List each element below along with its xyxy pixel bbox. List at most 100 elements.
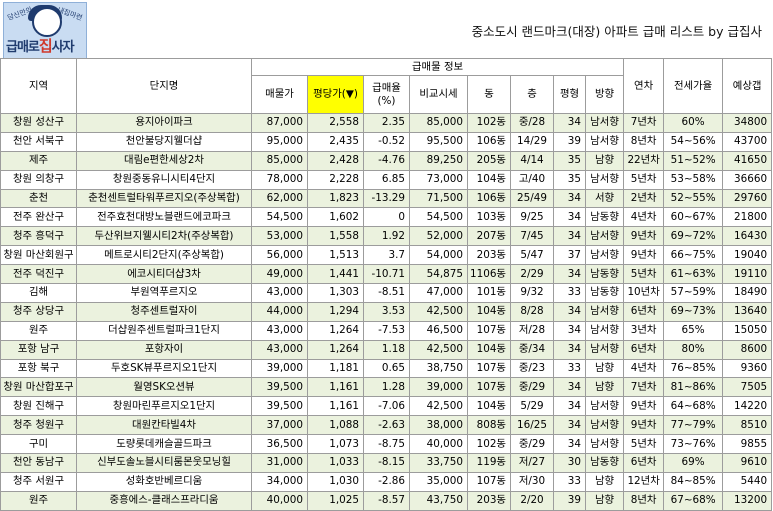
cell-jeonse[interactable]: 52~55% — [663, 188, 724, 209]
cell-price-per-pyeong[interactable]: 1,823 — [307, 188, 364, 209]
cell-rate[interactable]: 1.92 — [363, 226, 410, 247]
col-dong[interactable]: 동 — [467, 75, 511, 114]
col-compare[interactable]: 비교시세 — [409, 75, 468, 114]
cell-floor[interactable]: 2/29 — [510, 264, 554, 285]
cell-floor[interactable]: 8/28 — [510, 301, 554, 322]
cell-complex[interactable]: 청주센트럴자이 — [76, 301, 252, 322]
cell-age[interactable]: 9년차 — [623, 396, 665, 417]
cell-floor[interactable]: 14/29 — [510, 131, 554, 152]
cell-compare[interactable]: 54,500 — [409, 207, 468, 228]
cell-floor[interactable]: 중/23 — [510, 358, 554, 379]
cell-direction[interactable]: 서향 — [584, 188, 625, 209]
cell-jeonse[interactable]: 77~79% — [663, 415, 724, 436]
cell-direction[interactable]: 남서향 — [584, 169, 625, 190]
cell-direction[interactable]: 남서향 — [584, 131, 625, 152]
table-row[interactable]: 구미 도량롯데캐슬골드파크 36,500 1,073 -8.75 40,000 102동 중/… — [0, 434, 773, 455]
cell-price[interactable]: 53,000 — [251, 226, 308, 247]
cell-floor[interactable]: 5/47 — [510, 245, 554, 266]
cell-dong[interactable]: 106동 — [467, 188, 511, 209]
table-row[interactable]: 창원 의창구 창원중동유니시티4단지 78,000 2,228 6.85 73,000 10… — [0, 169, 773, 190]
cell-compare[interactable]: 38,750 — [409, 358, 468, 379]
cell-compare[interactable]: 42,500 — [409, 301, 468, 322]
cell-dong[interactable]: 102동 — [467, 434, 511, 455]
cell-gap[interactable]: 13640 — [722, 301, 773, 322]
cell-jeonse[interactable]: 51~52% — [663, 150, 724, 171]
cell-rate[interactable]: 0.65 — [363, 358, 410, 379]
cell-age[interactable]: 6년차 — [623, 301, 665, 322]
cell-price-per-pyeong[interactable]: 1,303 — [307, 283, 364, 303]
cell-region[interactable]: 김해 — [0, 283, 77, 303]
cell-price[interactable]: 87,000 — [251, 113, 308, 133]
cell-age[interactable]: 5년차 — [623, 434, 665, 455]
cell-region[interactable]: 천안 서북구 — [0, 131, 77, 152]
cell-price[interactable]: 49,000 — [251, 264, 308, 285]
col-region[interactable]: 지역 — [0, 58, 77, 114]
cell-compare[interactable]: 73,000 — [409, 169, 468, 190]
cell-complex[interactable]: 창원마린푸르지오1단지 — [76, 396, 252, 417]
cell-price-per-pyeong[interactable]: 1,441 — [307, 264, 364, 285]
cell-dong[interactable]: 101동 — [467, 283, 511, 303]
cell-complex[interactable]: 전주효천대방노블랜드에코파크 — [76, 207, 252, 228]
cell-price[interactable]: 95,000 — [251, 131, 308, 152]
cell-price-per-pyeong[interactable]: 1,264 — [307, 320, 364, 341]
cell-price-per-pyeong[interactable]: 1,181 — [307, 358, 364, 379]
cell-rate[interactable]: -7.06 — [363, 396, 410, 417]
cell-age[interactable]: 5년차 — [623, 169, 665, 190]
cell-age[interactable]: 7년차 — [623, 113, 665, 133]
cell-compare[interactable]: 47,000 — [409, 283, 468, 303]
table-row[interactable]: 원주 중흥에스-클래스프라디움 40,000 1,025 -8.57 43,750 203동… — [0, 490, 773, 511]
cell-gap[interactable]: 29760 — [722, 188, 773, 209]
cell-complex[interactable]: 에코시티더샵3차 — [76, 264, 252, 285]
cell-dong[interactable]: 207동 — [467, 226, 511, 247]
cell-price-per-pyeong[interactable]: 2,435 — [307, 131, 364, 152]
cell-complex[interactable]: 더샵원주센트럴파크1단지 — [76, 320, 252, 341]
cell-gap[interactable]: 9855 — [722, 434, 773, 455]
cell-jeonse[interactable]: 69% — [663, 453, 724, 473]
cell-direction[interactable]: 남동향 — [584, 453, 625, 473]
cell-rate[interactable]: -8.51 — [363, 283, 410, 303]
cell-gap[interactable]: 9360 — [722, 358, 773, 379]
table-row[interactable]: 청주 상당구 청주센트럴자이 44,000 1,294 3.53 42,500 104동 8/… — [0, 301, 773, 322]
cell-price[interactable]: 78,000 — [251, 169, 308, 190]
cell-pyeong[interactable]: 34 — [553, 377, 586, 398]
cell-direction[interactable]: 남서향 — [584, 226, 625, 247]
cell-jeonse[interactable]: 81~86% — [663, 377, 724, 398]
cell-gap[interactable]: 14220 — [722, 396, 773, 417]
cell-rate[interactable]: -8.75 — [363, 434, 410, 455]
cell-direction[interactable]: 남서향 — [584, 339, 625, 360]
cell-price[interactable]: 40,000 — [251, 490, 308, 511]
cell-price-per-pyeong[interactable]: 2,558 — [307, 113, 364, 133]
table-row[interactable]: 제주 대림e편한세상2차 85,000 2,428 -4.76 89,250 205동 4/1… — [0, 150, 773, 171]
cell-direction[interactable]: 남향 — [584, 490, 625, 511]
cell-compare[interactable]: 95,500 — [409, 131, 468, 152]
cell-price[interactable]: 85,000 — [251, 150, 308, 171]
cell-floor[interactable]: 2/20 — [510, 490, 554, 511]
cell-price-per-pyeong[interactable]: 1,030 — [307, 471, 364, 492]
cell-region[interactable]: 청주 흥덕구 — [0, 226, 77, 247]
cell-age[interactable]: 22년차 — [623, 150, 665, 171]
cell-direction[interactable]: 남서향 — [584, 245, 625, 266]
cell-compare[interactable]: 43,750 — [409, 490, 468, 511]
cell-compare[interactable]: 54,000 — [409, 245, 468, 266]
cell-age[interactable]: 5년차 — [623, 264, 665, 285]
cell-direction[interactable]: 남서향 — [584, 320, 625, 341]
cell-rate[interactable]: -8.57 — [363, 490, 410, 511]
cell-pyeong[interactable]: 34 — [553, 396, 586, 417]
cell-compare[interactable]: 39,000 — [409, 377, 468, 398]
cell-complex[interactable]: 춘천센트럴타워푸르지오(주상복합) — [76, 188, 252, 209]
cell-jeonse[interactable]: 69~72% — [663, 226, 724, 247]
table-row[interactable]: 천안 동남구 신부도솔노블시티룸몬웃모닝힐 31,000 1,033 -8.15 33,7… — [0, 453, 773, 473]
cell-gap[interactable]: 19040 — [722, 245, 773, 266]
cell-floor[interactable]: 저/28 — [510, 320, 554, 341]
cell-jeonse[interactable]: 53~58% — [663, 169, 724, 190]
cell-rate[interactable]: -10.71 — [363, 264, 410, 285]
cell-age[interactable]: 6년차 — [623, 453, 665, 473]
cell-dong[interactable]: 104동 — [467, 396, 511, 417]
cell-complex[interactable]: 두호SK뷰푸르지오1단지 — [76, 358, 252, 379]
table-row[interactable]: 포항 북구 두호SK뷰푸르지오1단지 39,000 1,181 0.65 38,750 10… — [0, 358, 773, 379]
cell-region[interactable]: 천안 동남구 — [0, 453, 77, 473]
table-row[interactable]: 김해 부원역푸르지오 43,000 1,303 -8.51 47,000 101동 9/32 3… — [0, 283, 773, 303]
cell-age[interactable]: 6년차 — [623, 339, 665, 360]
cell-floor[interactable]: 16/25 — [510, 415, 554, 436]
cell-direction[interactable]: 남동향 — [584, 207, 625, 228]
